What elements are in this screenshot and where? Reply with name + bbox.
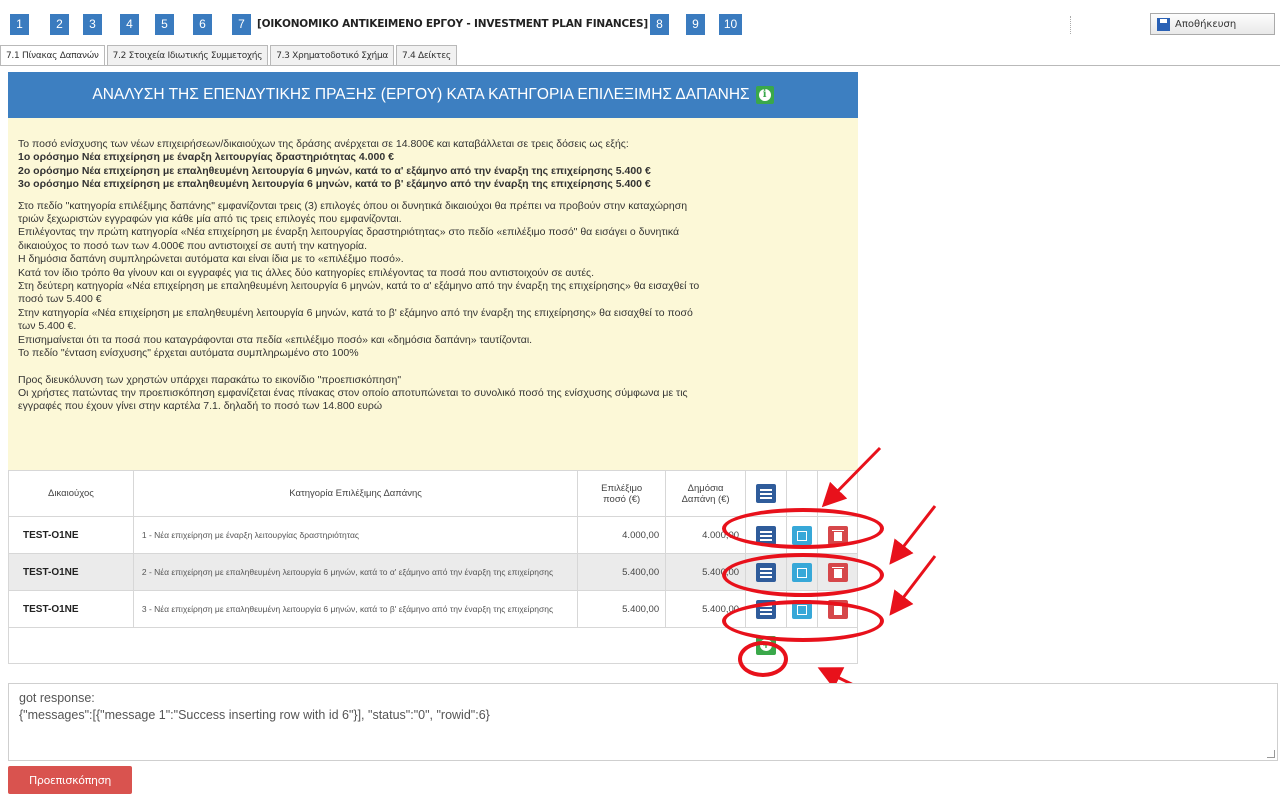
- cell-category: 2 - Νέα επιχείρηση με επαληθευμένη λειτο…: [132, 553, 579, 591]
- cell-category: 3 - Νέα επιχείρηση με επαληθευμένη λειτο…: [132, 590, 579, 628]
- tab-indicators[interactable]: 7.4 Δείκτες: [396, 45, 457, 65]
- step-8-button[interactable]: 8: [650, 14, 669, 35]
- column-header-eligible-amount: Επιλέξιμο ποσό (€): [577, 470, 667, 517]
- header-text: Επιλέξιμο: [601, 482, 643, 494]
- tab-private-participation[interactable]: 7.2 Στοιχεία Ιδιωτικής Συμμετοχής: [106, 45, 269, 65]
- annotation-circle: [722, 553, 884, 597]
- step-7-title: [ΟΙΚΟΝΟΜΙΚΟ ΑΝΤΙΚΕΙΜΕΝΟ ΕΡΓΟΥ - INVESTME…: [257, 18, 648, 30]
- step-6-button[interactable]: 6: [193, 14, 212, 35]
- cell-beneficiary: TEST-O1NE: [8, 553, 134, 591]
- step-9-button[interactable]: 9: [686, 14, 705, 35]
- note-line: των 5.400 €.: [18, 320, 77, 333]
- tab-financing-scheme[interactable]: 7.3 Χρηματοδοτικό Σχήμα: [270, 45, 395, 65]
- tab-bar: 7.1 Πίνακας Δαπανών 7.2 Στοιχεία Ιδιωτικ…: [0, 45, 459, 66]
- note-line: Η δημόσια δαπάνη συμπληρώνεται αυτόματα …: [18, 253, 404, 266]
- note-milestone-3: 3ο ορόσημο Νέα επιχείρηση με επαληθευμέν…: [18, 178, 651, 191]
- step-3-button[interactable]: 3: [83, 14, 102, 35]
- toolbar-divider: [1070, 16, 1071, 34]
- panel-title: ΑΝΑΛΥΣΗ ΤΗΣ ΕΠΕΝΔΥΤΙΚΗΣ ΠΡΑΞΗΣ (ΕΡΓΟΥ) Κ…: [92, 86, 750, 103]
- note-line: Το πεδίο "ένταση ενίσχυσης" έρχεται αυτό…: [18, 347, 359, 360]
- column-header-beneficiary: Δικαιούχος: [8, 470, 134, 517]
- note-line: εγγραφές που έχουν γίνει στην καρτέλα 7.…: [18, 400, 383, 413]
- step-5-button[interactable]: 5: [155, 14, 174, 35]
- instructions-note: Το ποσό ενίσχυσης των νέων επιχειρήσεων/…: [8, 118, 858, 470]
- response-textarea[interactable]: got response: {"messages":[{"message 1":…: [8, 683, 1278, 761]
- step-10-button[interactable]: 10: [719, 14, 742, 35]
- note-line: δικαιούχος το ποσό των των 4.000€ που αν…: [18, 239, 368, 252]
- cell-eligible-amount: 4.000,00: [577, 516, 667, 554]
- annotation-arrow: [889, 505, 937, 565]
- column-header-category: Κατηγορία Επιλέξιμης Δαπάνης: [132, 470, 579, 517]
- note-milestone-1: 1ο ορόσημο Νέα επιχείρηση με έναρξη λειτ…: [18, 151, 394, 164]
- step-2-button[interactable]: 2: [50, 14, 69, 35]
- step-1-button[interactable]: 1: [10, 14, 29, 35]
- step-7-button[interactable]: 7: [232, 14, 251, 35]
- floppy-disk-icon: [1157, 17, 1170, 31]
- save-button-label: Αποθήκευση: [1175, 18, 1237, 30]
- add-row-spacer: [7, 627, 746, 664]
- info-icon[interactable]: i: [755, 86, 774, 104]
- annotation-circle: [722, 600, 884, 642]
- note-line: Στην κατηγορία «Νέα επιχείρηση με επαληθ…: [18, 306, 693, 319]
- header-text: ποσό (€): [603, 493, 641, 505]
- cell-eligible-amount: 5.400,00: [577, 553, 667, 591]
- header-text: Δαπάνη (€): [681, 493, 730, 505]
- annotation-circle: [722, 508, 884, 549]
- note-line: Στο πεδίο "κατηγορία επιλέξιμης δαπάνης"…: [18, 199, 688, 212]
- note-line: Προς διευκόλυνση των χρηστών υπάρχει παρ…: [18, 373, 402, 386]
- note-line: Οι χρήστες πατώντας την προεπισκόπηση εμ…: [18, 386, 688, 399]
- step-4-button[interactable]: 4: [120, 14, 139, 35]
- preview-button[interactable]: Προεπισκόπηση: [8, 766, 132, 794]
- response-line: {"messages":[{"message 1":"Success inser…: [19, 708, 490, 722]
- note-milestone-2: 2ο ορόσημο Νέα επιχείρηση με επαληθευμέν…: [18, 164, 651, 177]
- annotation-circle: [738, 641, 788, 677]
- note-line: Επισημαίνεται ότι τα ποσά που καταγράφον…: [18, 333, 533, 346]
- note-line: Επιλέγοντας την πρώτη κατηγορία «Νέα επι…: [18, 226, 680, 239]
- column-header-public-expense: Δημόσια Δαπάνη (€): [665, 470, 747, 517]
- save-button[interactable]: Αποθήκευση: [1150, 13, 1275, 35]
- step-navigation: 1 2 3 4 5 6 7 [ΟΙΚΟΝΟΜΙΚΟ ΑΝΤΙΚΕΙΜΕΝΟ ΕΡ…: [0, 0, 1280, 42]
- note-intro: Το ποσό ενίσχυσης των νέων επιχειρήσεων/…: [18, 138, 629, 150]
- list-icon[interactable]: [756, 484, 777, 503]
- panel-header: ΑΝΑΛΥΣΗ ΤΗΣ ΕΠΕΝΔΥΤΙΚΗΣ ΠΡΑΞΗΣ (ΕΡΓΟΥ) Κ…: [8, 72, 858, 118]
- response-line: got response:: [19, 691, 95, 705]
- cell-beneficiary: TEST-O1NE: [8, 590, 134, 628]
- header-text: Δημόσια: [687, 482, 724, 494]
- note-line: ποσό των 5.400 €: [18, 293, 102, 306]
- note-line: Κατά τον ίδιο τρόπο θα γίνουν και οι εγγ…: [18, 266, 595, 279]
- cell-eligible-amount: 5.400,00: [577, 590, 667, 628]
- tab-divider: [0, 65, 1280, 66]
- cell-category: 1 - Νέα επιχείρηση με έναρξη λειτουργίας…: [132, 516, 579, 554]
- tab-expenses-table[interactable]: 7.1 Πίνακας Δαπανών: [0, 45, 105, 66]
- table-header-row: Δικαιούχος Κατηγορία Επιλέξιμης Δαπάνης …: [8, 470, 858, 517]
- note-line: τριών ξεχωριστών εγγραφών για κάθε μία α…: [18, 213, 402, 226]
- annotation-arrow: [889, 555, 937, 616]
- add-row: [7, 627, 858, 664]
- cell-beneficiary: TEST-O1NE: [8, 516, 134, 554]
- note-line: Στη δεύτερη κατηγορία «Νέα επιχείρηση με…: [18, 280, 700, 293]
- resize-grip-icon[interactable]: [1267, 750, 1275, 758]
